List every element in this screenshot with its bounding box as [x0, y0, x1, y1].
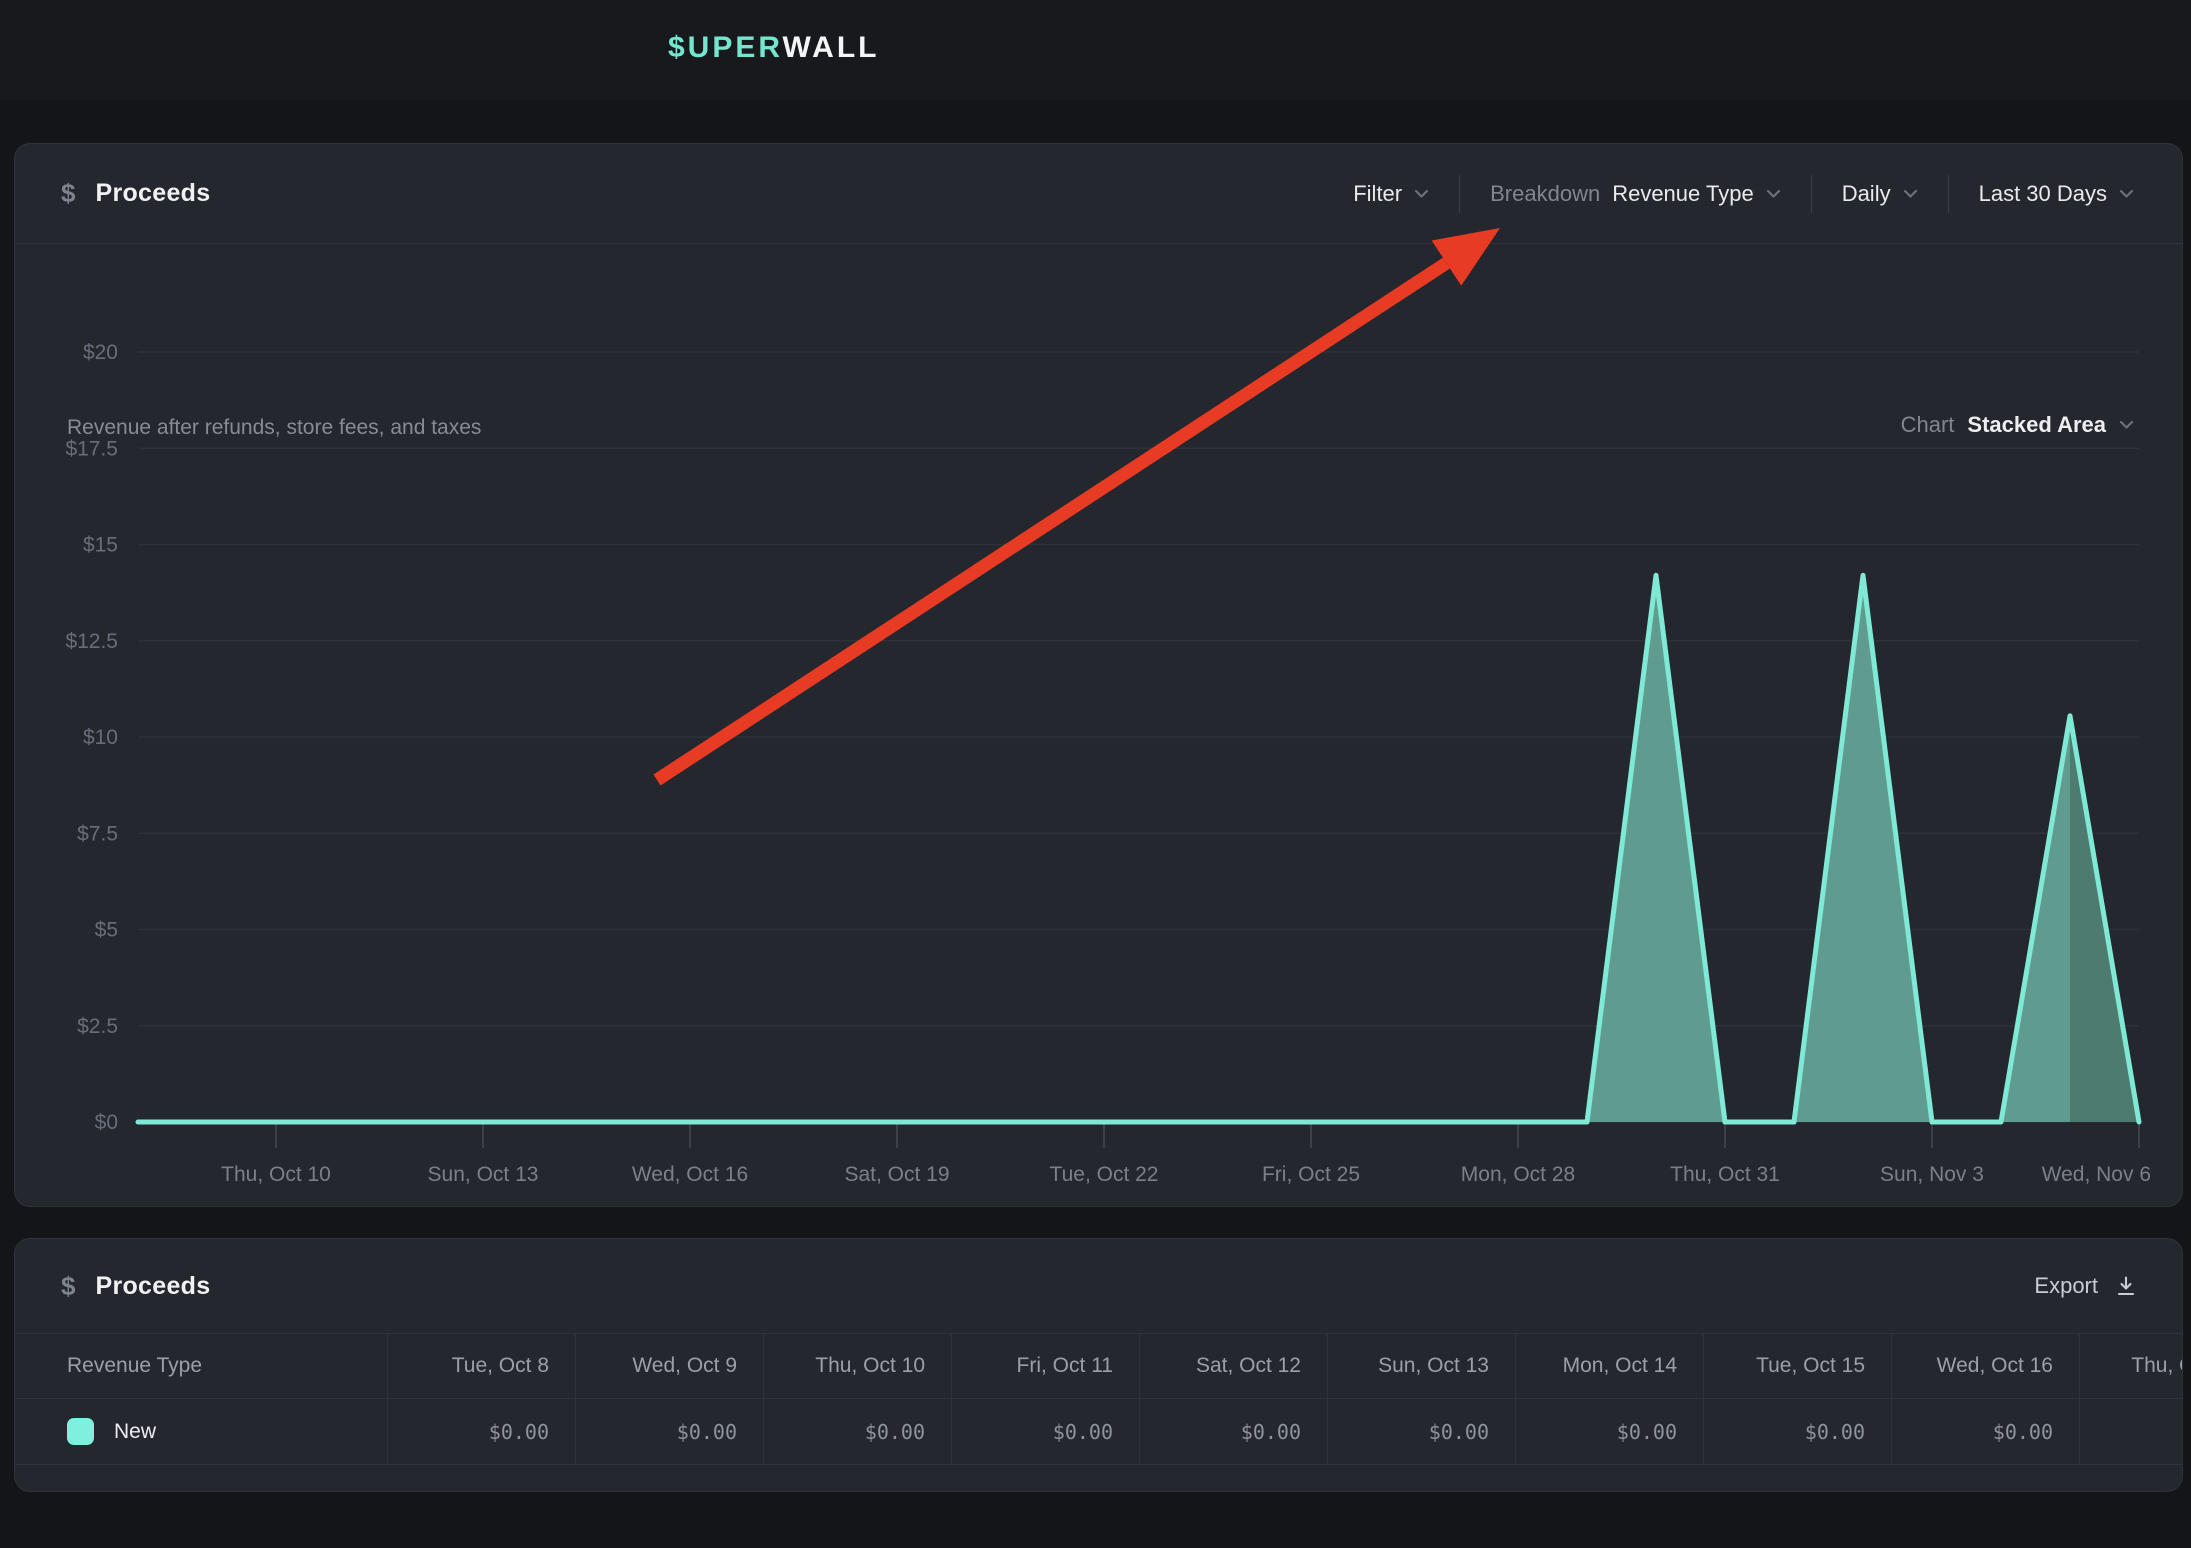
download-icon: [2114, 1274, 2138, 1298]
table-header-date: Wed, Oct 9: [575, 1333, 763, 1398]
table-header-date: Wed, Oct 16: [1891, 1333, 2079, 1398]
top-navigation-bar: $UPERWALL: [0, 0, 2191, 100]
chart-header-controls: Filter Breakdown Revenue Type Daily Last 30 …: [1353, 144, 2134, 244]
control-value: Last 30 Days: [1979, 181, 2107, 207]
control-granularity[interactable]: Daily: [1842, 181, 1918, 207]
control-breakdown[interactable]: Breakdown Revenue Type: [1490, 181, 1781, 207]
dollar-icon: $: [61, 1271, 75, 1302]
export-label: Export: [2034, 1273, 2098, 1299]
table-header-date: Tue, Oct 8: [387, 1333, 575, 1398]
table-cell-value: $0.00: [763, 1398, 951, 1465]
table-cell-value: $0.00: [1891, 1398, 2079, 1465]
chevron-down-icon: [1903, 189, 1918, 199]
vertical-divider: [1459, 175, 1460, 213]
table-cell-value: $0.00: [387, 1398, 575, 1465]
legend-swatch-new: [67, 1418, 94, 1445]
superwall-logo[interactable]: $UPERWALL: [668, 31, 879, 65]
chevron-down-icon: [1414, 189, 1429, 199]
page-title: Proceeds: [95, 179, 210, 208]
table-header-date: Tue, Oct 15: [1703, 1333, 1891, 1398]
chart-type-dropdown[interactable]: Chart Stacked Area: [1901, 412, 2134, 438]
logo-wall-part: WALL: [783, 31, 880, 64]
table-cell-value: $0.00: [2079, 1398, 2183, 1465]
chart-subheader: Revenue after refunds, store fees, and t…: [15, 402, 2182, 462]
control-value: Filter: [1353, 181, 1402, 207]
table-header-date: Sat, Oct 12: [1139, 1333, 1327, 1398]
row-name: New: [114, 1420, 156, 1444]
table-panel-header: $ Proceeds Export: [15, 1239, 2182, 1333]
table-row-label: New: [15, 1398, 387, 1465]
proceeds-chart-panel: $ Proceeds Filter Breakdown Revenue Type Da…: [14, 143, 2183, 1207]
chart-subtitle: Revenue after refunds, store fees, and t…: [67, 416, 481, 440]
control-prefix-label: Breakdown: [1490, 181, 1600, 207]
table-cell-value: $0.00: [1327, 1398, 1515, 1465]
chevron-down-icon: [2119, 420, 2134, 430]
table-header-date: Thu, Oct 10: [763, 1333, 951, 1398]
control-filter[interactable]: Filter: [1353, 181, 1429, 207]
table-cell-value: $0.00: [575, 1398, 763, 1465]
chart-type-value: Stacked Area: [1967, 412, 2106, 438]
table-header-date: Thu, Oct 17: [2079, 1333, 2183, 1398]
dollar-icon: $: [61, 178, 75, 209]
table-title: Proceeds: [95, 1272, 210, 1301]
control-value: Revenue Type: [1612, 181, 1753, 207]
vertical-divider: [1811, 175, 1812, 213]
chart-panel-header: $ Proceeds Filter Breakdown Revenue Type Da…: [15, 144, 2182, 244]
control-value: Daily: [1842, 181, 1891, 207]
table-header-date: Sun, Oct 13: [1327, 1333, 1515, 1398]
export-button[interactable]: Export: [2034, 1239, 2138, 1333]
table-cell-value: $0.00: [1703, 1398, 1891, 1465]
proceeds-data-table: Revenue TypeTue, Oct 8Wed, Oct 9Thu, Oct…: [15, 1333, 2183, 1465]
table-cell-value: $0.00: [1139, 1398, 1327, 1465]
table-cell-value: $0.00: [1515, 1398, 1703, 1465]
proceeds-table-panel: $ Proceeds Export Revenue TypeTue, Oct 8…: [14, 1238, 2183, 1492]
table-header-date: Mon, Oct 14: [1515, 1333, 1703, 1398]
table-cell-value: $0.00: [951, 1398, 1139, 1465]
chevron-down-icon: [1766, 189, 1781, 199]
vertical-divider: [1948, 175, 1949, 213]
table-header-revenue-type: Revenue Type: [15, 1333, 387, 1398]
chevron-down-icon: [2119, 189, 2134, 199]
logo-dollar-part: $UPER: [668, 31, 783, 64]
control-date-range[interactable]: Last 30 Days: [1979, 181, 2134, 207]
table-header-date: Fri, Oct 11: [951, 1333, 1139, 1398]
chart-type-label: Chart: [1901, 412, 1955, 438]
